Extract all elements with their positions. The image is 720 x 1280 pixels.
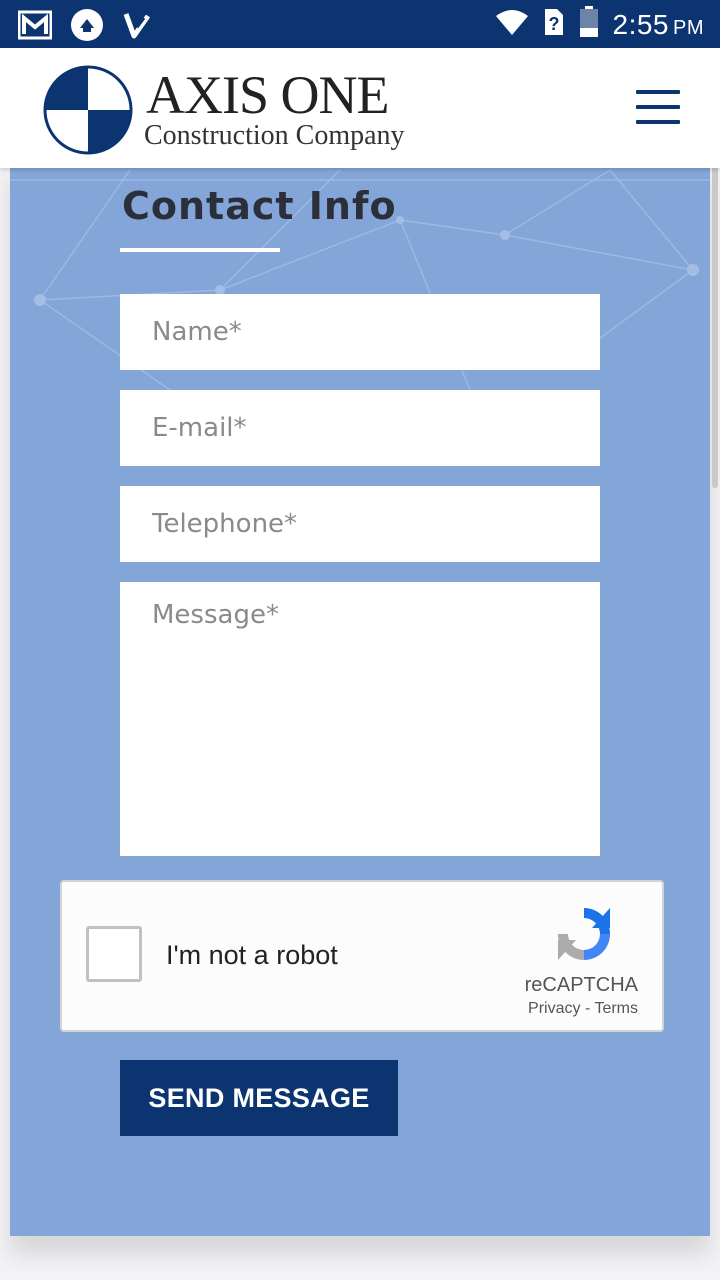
logo-title: AXIS ONE bbox=[146, 65, 389, 125]
hamburger-menu-icon[interactable] bbox=[636, 90, 680, 124]
page-scrollbar[interactable] bbox=[712, 160, 718, 488]
battery-icon bbox=[579, 6, 599, 43]
status-bar: ? 2:55 PM bbox=[0, 0, 720, 48]
checkmark-app-icon bbox=[122, 10, 152, 45]
clock: 2:55 PM bbox=[613, 9, 705, 41]
logo-mark-icon bbox=[43, 65, 133, 155]
contact-section: Contact Info I'm not a robot reCAPTCHA P… bbox=[10, 160, 710, 1236]
app-icon bbox=[70, 8, 104, 47]
heading-underline bbox=[120, 248, 280, 252]
send-message-button[interactable]: SEND MESSAGE bbox=[120, 1060, 398, 1136]
telephone-input[interactable] bbox=[120, 486, 600, 562]
recaptcha-terms-link[interactable]: Terms bbox=[594, 1000, 638, 1017]
no-sim-icon: ? bbox=[543, 7, 565, 42]
clock-time: 2:55 bbox=[612, 8, 669, 40]
recaptcha-links: Privacy - Terms bbox=[528, 1000, 638, 1018]
recaptcha-link-separator: - bbox=[580, 1000, 595, 1017]
gmail-icon bbox=[17, 10, 53, 45]
message-textarea[interactable] bbox=[120, 582, 600, 856]
clock-ampm: PM bbox=[673, 16, 704, 39]
recaptcha-widget: I'm not a robot reCAPTCHA Privacy - Term… bbox=[60, 880, 664, 1032]
site-header: AXIS ONE Construction Company bbox=[0, 48, 720, 168]
logo-subtitle: Construction Company bbox=[144, 120, 405, 151]
name-input[interactable] bbox=[120, 294, 600, 370]
recaptcha-checkbox[interactable] bbox=[86, 926, 142, 982]
contact-heading: Contact Info bbox=[122, 184, 397, 228]
svg-text:?: ? bbox=[548, 14, 559, 34]
recaptcha-label: I'm not a robot bbox=[166, 940, 338, 970]
company-logo[interactable]: AXIS ONE Construction Company bbox=[42, 62, 442, 158]
wifi-icon bbox=[495, 8, 529, 41]
recaptcha-privacy-link[interactable]: Privacy bbox=[528, 1000, 580, 1017]
recaptcha-brand: reCAPTCHA bbox=[524, 974, 638, 996]
email-input[interactable] bbox=[120, 390, 600, 466]
recaptcha-icon bbox=[558, 908, 610, 960]
